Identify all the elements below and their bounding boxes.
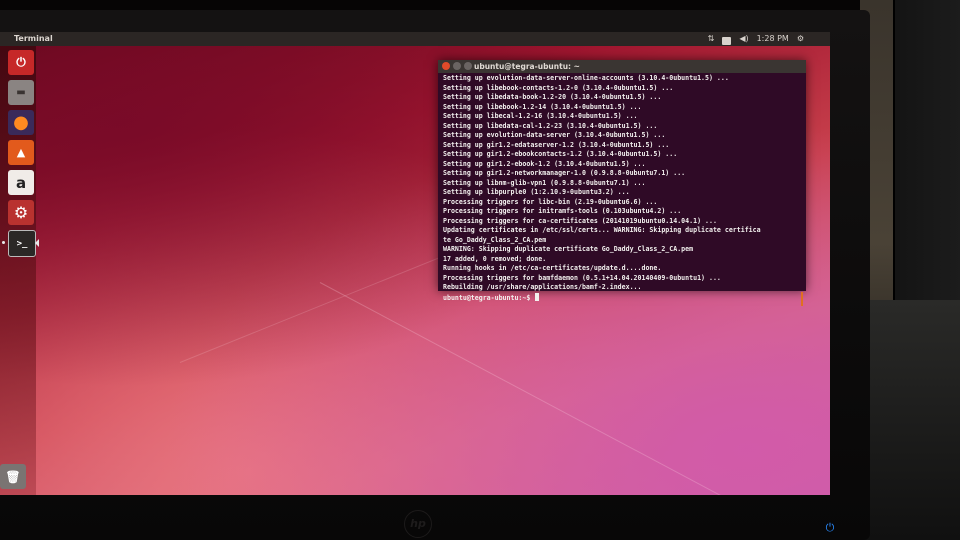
- hp-logo: hp: [404, 510, 432, 538]
- terminal-line: Setting up libedata-cal-1.2-23 (3.10.4-0…: [443, 121, 658, 130]
- terminal-line: Setting up gir1.2-ebook-1.2 (3.10.4-0ubu…: [443, 159, 646, 168]
- terminal-line: Rebuilding /usr/share/applications/bamf-…: [443, 283, 642, 291]
- terminal-line: te Go_Daddy_Class_2_CA.pem: [443, 235, 547, 244]
- maximize-icon[interactable]: [464, 62, 472, 70]
- firefox-icon[interactable]: ●: [8, 110, 34, 135]
- terminal-window[interactable]: ubuntu@tegra-ubuntu: ~ Setting up evolut…: [438, 60, 806, 306]
- terminal-line: ubuntu@tegra-ubuntu:~$: [443, 292, 801, 304]
- terminal-line: Setting up evolution-data-server (3.10.4…: [443, 131, 666, 139]
- terminal-output[interactable]: Setting up evolution-data-server-online-…: [438, 73, 806, 304]
- network-icon[interactable]: ⇅: [708, 32, 715, 46]
- terminal-line: Processing triggers for initramfs-tools …: [443, 207, 682, 215]
- minimize-icon[interactable]: [453, 62, 461, 70]
- trash-icon[interactable]: 🗑: [0, 464, 26, 489]
- terminal-scrollbar[interactable]: [801, 292, 803, 306]
- terminal-line: Setting up gir1.2-edataserver-1.2 (3.10.…: [443, 140, 670, 149]
- terminal-line: WARNING: Skipping duplicate certificate …: [443, 245, 694, 253]
- terminal-line: Running hooks in /etc/ca-certificates/up…: [443, 264, 662, 272]
- terminal-titlebar[interactable]: ubuntu@tegra-ubuntu: ~: [438, 60, 806, 73]
- dash-home-icon[interactable]: ⏻: [8, 50, 34, 75]
- running-indicator: [2, 241, 5, 244]
- session-gear-icon[interactable]: ⚙: [797, 32, 804, 46]
- desktop-screen: Terminal ⇅ ◀) 1:28 PM ⚙ ⏻ ▬ ● ▲ a ⚙ >_ 🗑: [0, 32, 830, 495]
- launcher: ⏻ ▬ ● ▲ a ⚙ >_ 🗑: [0, 46, 39, 495]
- terminal-line: Updating certificates in /etc/ssl/certs.…: [443, 226, 761, 234]
- system-settings-icon[interactable]: ⚙: [8, 200, 34, 225]
- top-panel: Terminal ⇅ ◀) 1:28 PM ⚙: [0, 32, 830, 46]
- terminal-title: ubuntu@tegra-ubuntu: ~: [474, 62, 580, 71]
- terminal-launcher-icon[interactable]: >_: [8, 230, 36, 257]
- terminal-line: Setting up libebook-contacts-1.2-0 (3.10…: [443, 83, 674, 92]
- room-floor: [862, 300, 960, 540]
- terminal-line: Setting up libecal-1.2-16 (3.10.4-0ubunt…: [443, 112, 638, 120]
- terminal-line: Setting up evolution-data-server-online-…: [443, 74, 729, 82]
- amazon-icon[interactable]: a: [8, 170, 34, 195]
- room-door: [893, 0, 960, 300]
- terminal-line: Setting up libedata-book-1.2-20 (3.10.4-…: [443, 93, 662, 101]
- panel-indicators: ⇅ ◀) 1:28 PM ⚙: [708, 32, 804, 46]
- terminal-line: Setting up gir1.2-ebookcontacts-1.2 (3.1…: [443, 150, 678, 158]
- close-icon[interactable]: [442, 62, 450, 70]
- focused-arrow: [35, 239, 39, 247]
- terminal-line: 17 added, 0 removed; done.: [443, 254, 547, 263]
- terminal-line: Processing triggers for libc-bin (2.19-0…: [443, 197, 658, 206]
- panel-app-title: Terminal: [14, 34, 53, 43]
- monitor-bezel: Terminal ⇅ ◀) 1:28 PM ⚙ ⏻ ▬ ● ▲ a ⚙ >_ 🗑: [0, 10, 870, 540]
- terminal-line: Setting up libnm-glib-vpn1 (0.9.8.8-0ubu…: [443, 178, 646, 187]
- files-icon[interactable]: ▬: [8, 80, 34, 105]
- panel-clock[interactable]: 1:28 PM: [757, 32, 789, 46]
- wallpaper-streak: [319, 282, 780, 495]
- terminal-line: Setting up libebook-1.2-14 (3.10.4-0ubun…: [443, 102, 642, 111]
- software-center-icon[interactable]: ▲: [8, 140, 34, 165]
- terminal-line: Processing triggers for ca-certificates …: [443, 216, 717, 225]
- terminal-line: Setting up libpurple0 (1:2.10.9-0ubuntu3…: [443, 188, 630, 196]
- volume-icon[interactable]: ◀): [739, 32, 748, 46]
- terminal-line: Processing triggers for bamfdaemon (0.5.…: [443, 273, 721, 282]
- terminal-cursor: [535, 292, 540, 301]
- power-icon[interactable]: ⏻: [824, 522, 836, 534]
- keyboard-layout-icon[interactable]: [722, 36, 732, 45]
- terminal-line: Setting up gir1.2-networkmanager-1.0 (0.…: [443, 169, 686, 177]
